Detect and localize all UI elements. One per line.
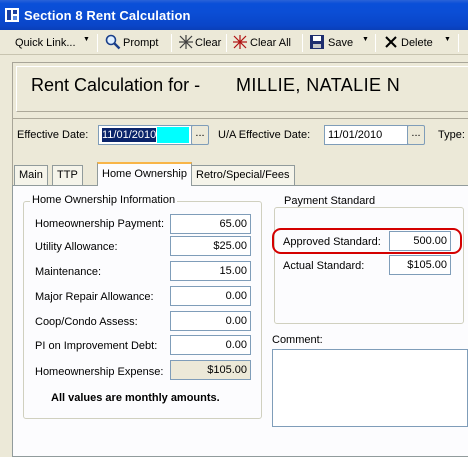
actual-standard-value: $105.00 xyxy=(407,259,447,271)
tenant-name: MILLIE, NATALIE N xyxy=(236,75,401,95)
approved-standard-value: 500.00 xyxy=(413,235,447,247)
home-ownership-group-title: Home Ownership Information xyxy=(30,194,178,206)
tab-ttp-label: TTP xyxy=(57,169,78,181)
utility-allowance-label: Utility Allowance: xyxy=(35,241,118,253)
magnifier-icon xyxy=(105,34,121,50)
tab-ttp[interactable]: TTP xyxy=(52,165,83,185)
window-title: Section 8 Rent Calculation xyxy=(24,8,191,23)
delete-icon xyxy=(385,36,397,48)
page-title: Rent Calculation for - xyxy=(31,75,201,95)
effective-date-label: Effective Date: xyxy=(17,129,89,141)
homeownership-payment-label: Homeownership Payment: xyxy=(35,218,165,230)
chevron-down-icon[interactable]: ▼ xyxy=(362,36,369,43)
toolbar: Quick Link... ▼ Prompt Clear Clear All S… xyxy=(0,30,468,55)
maintenance-label: Maintenance: xyxy=(35,266,102,278)
type-label: Type: xyxy=(438,129,465,141)
delete-label: Delete xyxy=(401,37,433,49)
tab-home-ownership-label: Home Ownership xyxy=(102,168,187,180)
payment-standard-group-title: Payment Standard xyxy=(282,195,378,207)
major-repair-allowance-label: Major Repair Allowance: xyxy=(35,291,154,303)
pi-improvement-debt-value: 0.00 xyxy=(225,339,247,351)
homeownership-payment-input[interactable]: 65.00 xyxy=(170,214,251,234)
tab-home-ownership[interactable]: Home Ownership xyxy=(97,162,192,186)
selection-highlight xyxy=(157,127,189,143)
quick-link-button[interactable]: Quick Link... xyxy=(15,35,76,51)
clear-all-icon xyxy=(233,35,247,49)
toolbar-separator xyxy=(97,34,98,52)
monthly-amounts-note: All values are monthly amounts. xyxy=(51,392,220,404)
comment-textarea[interactable] xyxy=(272,349,468,427)
ua-effective-date-picker-button[interactable]: ... xyxy=(407,125,425,145)
prompt-button[interactable]: Prompt xyxy=(123,35,158,51)
pi-improvement-debt-input[interactable]: 0.00 xyxy=(170,335,251,355)
utility-allowance-input[interactable]: $25.00 xyxy=(170,236,251,256)
tab-main[interactable]: Main xyxy=(14,165,48,185)
save-label: Save xyxy=(328,37,354,49)
homeownership-expense-value: $105.00 xyxy=(207,364,247,376)
utility-allowance-value: $25.00 xyxy=(213,240,247,252)
quick-link-label: Quick Link... xyxy=(15,37,76,49)
effective-date-field[interactable]: 11/01/2010 xyxy=(98,125,194,145)
actual-standard-field: $105.00 xyxy=(389,255,451,275)
pi-improvement-debt-label: PI on Improvement Debt: xyxy=(35,340,158,352)
maintenance-input[interactable]: 15.00 xyxy=(170,261,251,281)
clear-button[interactable]: Clear xyxy=(195,35,221,51)
app-icon xyxy=(5,8,19,22)
title-bar[interactable]: Section 8 Rent Calculation xyxy=(0,0,468,30)
coop-condo-assess-value: 0.00 xyxy=(225,315,247,327)
coop-condo-assess-label: Coop/Condo Assess: xyxy=(35,316,138,328)
toolbar-separator xyxy=(226,34,227,52)
clear-all-button[interactable]: Clear All xyxy=(250,35,291,51)
chevron-down-icon[interactable]: ▼ xyxy=(444,36,451,43)
comment-label: Comment: xyxy=(272,334,323,346)
tab-retro-special-fees[interactable]: Retro/Special/Fees xyxy=(191,165,295,185)
delete-button[interactable]: Delete xyxy=(401,35,433,51)
save-icon xyxy=(310,35,324,49)
ua-effective-date-field[interactable]: 11/01/2010 xyxy=(324,125,408,145)
toolbar-separator xyxy=(171,34,172,52)
save-button[interactable]: Save xyxy=(328,35,353,51)
eraser-icon xyxy=(179,35,193,49)
homeownership-expense-readonly: $105.00 xyxy=(170,360,251,380)
major-repair-allowance-input[interactable]: 0.00 xyxy=(170,286,251,306)
major-repair-allowance-value: 0.00 xyxy=(225,290,247,302)
maintenance-value: 15.00 xyxy=(219,265,247,277)
homeownership-payment-value: 65.00 xyxy=(219,218,247,230)
effective-date-value: 11/01/2010 xyxy=(102,128,157,142)
clear-label: Clear xyxy=(195,37,222,49)
chevron-down-icon[interactable]: ▼ xyxy=(83,36,90,43)
approved-standard-label: Approved Standard: xyxy=(283,236,381,248)
ua-effective-date-value: 11/01/2010 xyxy=(328,129,383,141)
tab-retro-special-fees-label: Retro/Special/Fees xyxy=(196,169,290,181)
homeownership-expense-label: Homeownership Expense: xyxy=(35,366,164,378)
effective-date-picker-button[interactable]: ... xyxy=(191,125,209,145)
toolbar-separator xyxy=(375,34,376,52)
toolbar-separator xyxy=(458,34,459,52)
actual-standard-label: Actual Standard: xyxy=(283,260,365,272)
approved-standard-input[interactable]: 500.00 xyxy=(389,231,451,251)
ua-effective-date-label: U/A Effective Date: xyxy=(218,129,311,141)
tab-main-label: Main xyxy=(19,169,43,181)
coop-condo-assess-input[interactable]: 0.00 xyxy=(170,311,251,331)
clear-all-label: Clear All xyxy=(250,37,291,49)
toolbar-separator xyxy=(302,34,303,52)
prompt-label: Prompt xyxy=(123,37,159,49)
